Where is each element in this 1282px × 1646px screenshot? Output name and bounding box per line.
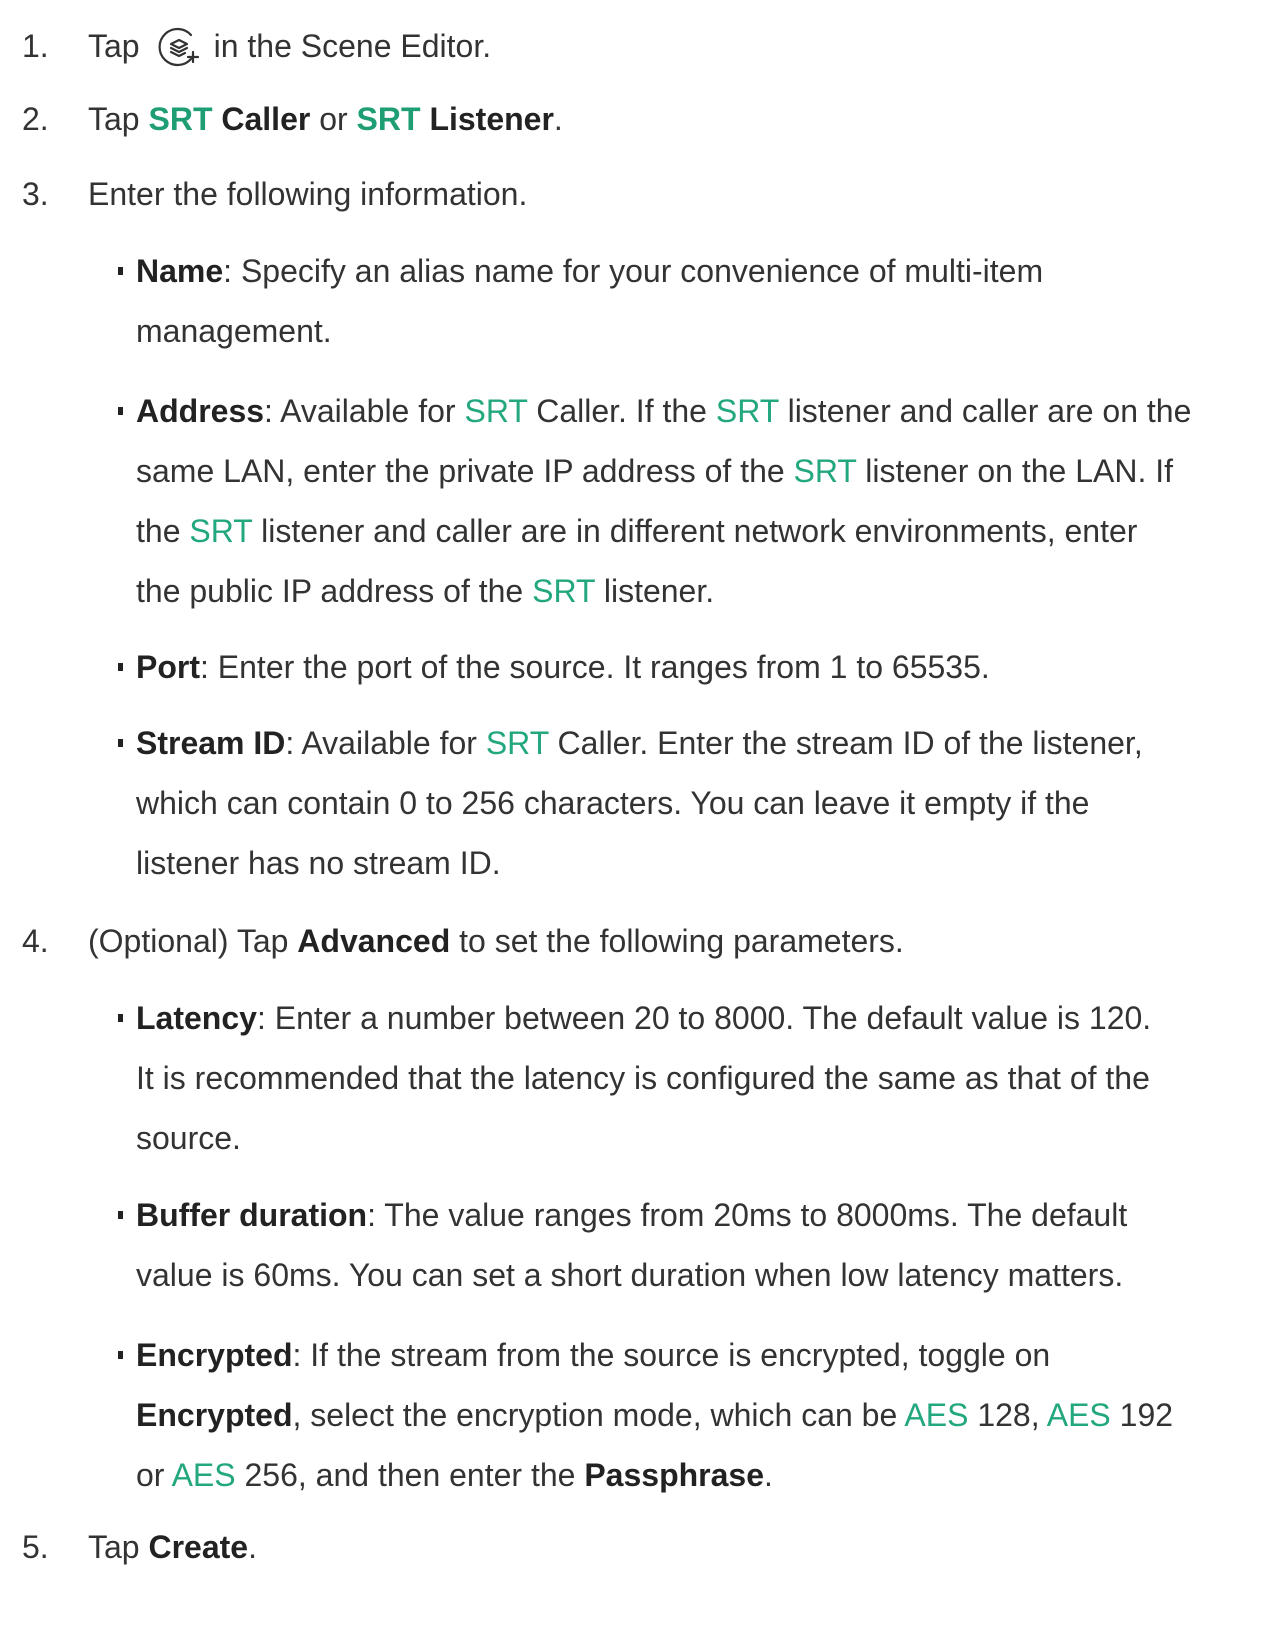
- step-number: 4.: [22, 923, 49, 959]
- field-label: Name: [136, 253, 224, 289]
- field-description: listener and caller are in different net…: [261, 513, 1138, 549]
- step-1: 1. Tap in the Scene Editor.: [0, 16, 1282, 76]
- bullet-stream-id: Stream ID: Available for SRT Caller. Ent…: [90, 713, 1260, 893]
- step-text: Enter the following information.: [88, 176, 528, 212]
- field-description: management.: [136, 313, 332, 349]
- field-description: : Available for: [264, 393, 456, 429]
- bullet-marker: [118, 663, 123, 671]
- bullet-name: Name: Specify an alias name for your con…: [90, 241, 1260, 361]
- listener-term: Listener: [429, 101, 554, 137]
- step-text: (Optional) Tap: [88, 923, 289, 959]
- field-description: Caller. Enter the stream ID of the liste…: [557, 725, 1143, 761]
- bullet-marker: [118, 739, 123, 747]
- step-text: .: [248, 1529, 257, 1565]
- step-text: .: [553, 101, 563, 137]
- field-description: the public IP address of the: [136, 573, 524, 609]
- srt-term: SRT: [356, 101, 421, 137]
- srt-term: SRT: [189, 513, 253, 549]
- bullet-marker: [118, 1014, 123, 1022]
- document-page: 1. Tap in the Scene Editor. 2. Tap SRT C…: [0, 0, 1282, 1646]
- field-label: Buffer duration: [136, 1197, 368, 1233]
- field-label: Stream ID: [136, 725, 286, 761]
- caller-term: Caller: [221, 101, 311, 137]
- field-description: : Specify an alias name for your conveni…: [223, 253, 1044, 289]
- step-text: in the Scene Editor.: [213, 28, 492, 64]
- add-layer-icon: [158, 26, 200, 68]
- srt-term: SRT: [715, 393, 779, 429]
- field-description: : Available for: [285, 725, 477, 761]
- field-description: Caller. If the: [536, 393, 707, 429]
- field-description: It is recommended that the latency is co…: [136, 1060, 1150, 1096]
- field-description: which can contain 0 to 256 characters. Y…: [136, 785, 1090, 821]
- bullet-marker: [118, 1211, 123, 1219]
- bullet-encrypted: Encrypted: If the stream from the source…: [90, 1325, 1260, 1505]
- aes-term: AES: [904, 1397, 969, 1433]
- aes-term: AES: [1046, 1397, 1111, 1433]
- field-description: : Enter a number between 20 to 8000. The…: [256, 1000, 1152, 1036]
- passphrase-term: Passphrase: [584, 1457, 764, 1493]
- field-description: same LAN, enter the private IP address o…: [136, 453, 785, 489]
- step-5: 5. Tap Create.: [0, 1517, 1282, 1577]
- step-text: Tap: [88, 1529, 140, 1565]
- step-number: 5.: [22, 1529, 49, 1565]
- field-description: listener on the LAN. If: [865, 453, 1173, 489]
- create-term: Create: [148, 1529, 249, 1565]
- step-2: 2. Tap SRT Caller or SRT Listener.: [0, 89, 1282, 149]
- bullet-marker: [118, 1351, 123, 1359]
- field-label: Port: [136, 649, 200, 685]
- bullet-buffer-duration: Buffer duration: The value ranges from 2…: [90, 1185, 1260, 1305]
- field-description: : If the stream from the source is encry…: [292, 1337, 1051, 1373]
- bullet-marker: [118, 267, 123, 275]
- step-text: or: [319, 101, 348, 137]
- field-description: the: [136, 513, 181, 549]
- step-text: Tap: [88, 28, 140, 64]
- field-label: Address: [136, 393, 265, 429]
- field-description: or: [136, 1457, 165, 1493]
- field-description: : The value ranges from 20ms to 8000ms. …: [367, 1197, 1128, 1233]
- field-description: .: [764, 1457, 773, 1493]
- field-description: listener has no stream ID.: [136, 845, 501, 881]
- bullet-marker: [118, 407, 123, 415]
- srt-term: SRT: [485, 725, 549, 761]
- encrypted-term: Encrypted: [136, 1397, 293, 1433]
- field-description: : Enter the port of the source. It range…: [200, 649, 990, 685]
- step-text: to set the following parameters.: [459, 923, 904, 959]
- bullet-port: Port: Enter the port of the source. It r…: [90, 637, 1260, 697]
- aes-term: AES: [171, 1457, 236, 1493]
- field-description: , select the encryption mode, which can …: [292, 1397, 898, 1433]
- step-number: 3.: [22, 176, 49, 212]
- step-4: 4. (Optional) Tap Advanced to set the fo…: [0, 911, 1282, 971]
- srt-term: SRT: [532, 573, 595, 609]
- field-label: Encrypted: [136, 1337, 293, 1373]
- bullet-latency: Latency: Enter a number between 20 to 80…: [90, 988, 1260, 1168]
- srt-term: SRT: [793, 453, 857, 489]
- srt-term: SRT: [148, 101, 213, 137]
- field-description: 128,: [977, 1397, 1040, 1433]
- field-description: 256, and then enter the: [244, 1457, 576, 1493]
- field-description: listener and caller are on the: [787, 393, 1192, 429]
- bullet-address: Address: Available for SRT Caller. If th…: [90, 381, 1260, 621]
- field-description: 192: [1119, 1397, 1174, 1433]
- step-3: 3. Enter the following information.: [0, 164, 1282, 224]
- advanced-term: Advanced: [297, 923, 451, 959]
- field-description: listener.: [603, 573, 715, 609]
- field-description: value is 60ms. You can set a short durat…: [136, 1257, 1124, 1293]
- field-label: Latency: [136, 1000, 257, 1036]
- step-text: Tap: [88, 101, 140, 137]
- field-description: source.: [136, 1120, 241, 1156]
- step-number: 2.: [22, 101, 49, 137]
- srt-term: SRT: [464, 393, 528, 429]
- step-number: 1.: [22, 28, 49, 64]
